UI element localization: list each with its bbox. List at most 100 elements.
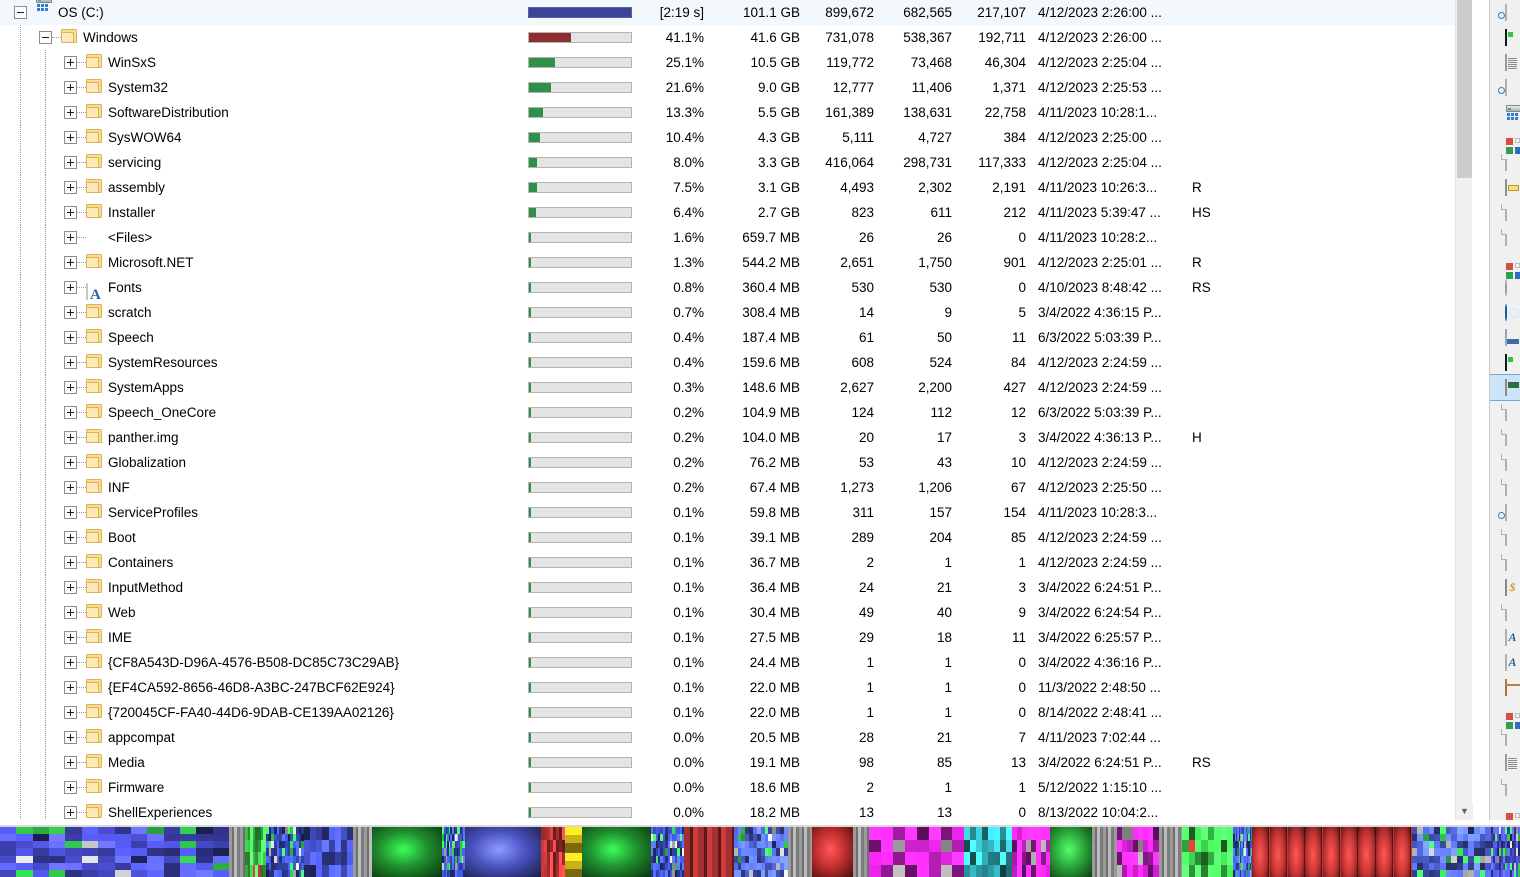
- directory-tree-list[interactable]: OS (C:) [2:19 s] 101.1 GB 899,672 682,565 217…: [0, 0, 1472, 820]
- tree-row[interactable]: Globalization 0.2% 76.2 MB 53 43 10 4/12/2023 …: [0, 450, 1472, 475]
- rail-item-document-icon[interactable]: [1490, 475, 1520, 500]
- rail-item-disc-magnifier-icon[interactable]: [1490, 75, 1520, 100]
- tree-row-name-cell[interactable]: System32: [0, 75, 520, 100]
- rail-item-document-icon[interactable]: [1490, 525, 1520, 550]
- tree-expander-plus[interactable]: [64, 281, 77, 294]
- tree-row-name-cell[interactable]: SystemApps: [0, 375, 520, 400]
- treemap-block[interactable]: [1252, 827, 1412, 877]
- tree-expander-plus[interactable]: [64, 406, 77, 419]
- tree-row[interactable]: assembly 7.5% 3.1 GB 4,493 2,302 2,191 4/11/20…: [0, 175, 1472, 200]
- tree-expander-plus[interactable]: [64, 131, 77, 144]
- treemap-block[interactable]: [1050, 827, 1092, 877]
- rail-item-document-icon[interactable]: [1490, 200, 1520, 225]
- tree-row-name-cell[interactable]: appcompat: [0, 725, 520, 750]
- tree-expander-plus[interactable]: [64, 306, 77, 319]
- treemap-block[interactable]: [1233, 827, 1253, 877]
- rail-item-panel-icon[interactable]: [1490, 50, 1520, 75]
- tree-row-name-cell[interactable]: Speech: [0, 325, 520, 350]
- tree-row[interactable]: Web 0.1% 30.4 MB 49 40 9 3/4/2022 6:24:54 P...: [0, 600, 1472, 625]
- tree-row[interactable]: SysWOW64 10.4% 4.3 GB 5,111 4,727 384 4/12/202…: [0, 125, 1472, 150]
- treemap-block[interactable]: [245, 827, 266, 877]
- tree-row-name-cell[interactable]: WinSxS: [0, 50, 520, 75]
- tree-row[interactable]: SystemApps 0.3% 148.6 MB 2,627 2,200 427 4/12/…: [0, 375, 1472, 400]
- tree-row-name-cell[interactable]: A Fonts: [0, 275, 520, 300]
- tree-expander-plus[interactable]: [64, 681, 77, 694]
- tree-row-name-cell[interactable]: Boot: [0, 525, 520, 550]
- tree-expander-plus[interactable]: [64, 81, 77, 94]
- treemap-block[interactable]: [1411, 827, 1492, 877]
- rail-item-office-tiles-icon[interactable]: [1490, 250, 1520, 279]
- rail-item-document-icon[interactable]: [1490, 425, 1520, 450]
- tree-row[interactable]: Speech_OneCore 0.2% 104.9 MB 124 112 12 6/3/20…: [0, 400, 1472, 425]
- rail-item-document-icon[interactable]: [1490, 775, 1520, 800]
- tree-row-name-cell[interactable]: Microsoft.NET: [0, 250, 520, 275]
- tree-expander-plus[interactable]: [64, 356, 77, 369]
- tree-row-name-cell[interactable]: Speech_OneCore: [0, 400, 520, 425]
- tree-expander-plus[interactable]: [64, 506, 77, 519]
- tree-row[interactable]: <Files> 1.6% 659.7 MB 26 26 0 4/11/2023 10:28:…: [0, 225, 1472, 250]
- tree-expander-plus[interactable]: [64, 431, 77, 444]
- tree-row[interactable]: {720045CF-FA40-44D6-9DAB-CE139AA02126} 0.…: [0, 700, 1472, 725]
- tree-row[interactable]: Microsoft.NET 1.3% 544.2 MB 2,651 1,750 901 4/…: [0, 250, 1472, 275]
- tree-row-name-cell[interactable]: Installer: [0, 200, 520, 225]
- treemap-block[interactable]: [1182, 827, 1234, 877]
- tree-row[interactable]: servicing 8.0% 3.3 GB 416,064 298,731 117,333…: [0, 150, 1472, 175]
- tree-expander-plus[interactable]: [64, 806, 77, 819]
- rail-item-disc-icon[interactable]: [1490, 275, 1520, 300]
- rail-item-box-icon[interactable]: [1490, 675, 1520, 700]
- rail-item-document-icon[interactable]: [1490, 450, 1520, 475]
- scrollbar-thumb[interactable]: [1457, 0, 1472, 178]
- tree-row-name-cell[interactable]: OS (C:): [0, 0, 520, 25]
- tree-row[interactable]: Media 0.0% 19.1 MB 98 85 13 3/4/2022 6:24:51 P…: [0, 750, 1472, 775]
- tree-expander-plus[interactable]: [64, 456, 77, 469]
- treemap-block[interactable]: [303, 827, 354, 877]
- rail-item-globe-icon[interactable]: [1490, 300, 1520, 325]
- tree-expander-plus[interactable]: [64, 256, 77, 269]
- tree-row[interactable]: System32 21.6% 9.0 GB 12,777 11,406 1,371 4/12…: [0, 75, 1472, 100]
- rail-item-media-player-icon[interactable]: [1490, 25, 1520, 50]
- rail-item-document-icon[interactable]: [1490, 725, 1520, 750]
- treemap-block[interactable]: [464, 827, 542, 877]
- tree-row[interactable]: Boot 0.1% 39.1 MB 289 204 85 4/12/2023 2:24:59…: [0, 525, 1472, 550]
- treemap-block[interactable]: [0, 827, 230, 877]
- tree-row[interactable]: {CF8A543D-D96A-4576-B508-DC85C73C29AB} 0.…: [0, 650, 1472, 675]
- tree-row-name-cell[interactable]: INF: [0, 475, 520, 500]
- tree-row-name-cell[interactable]: SystemResources: [0, 350, 520, 375]
- tree-row[interactable]: WinSxS 25.1% 10.5 GB 119,772 73,468 46,304 4/1…: [0, 50, 1472, 75]
- treemap-block[interactable]: [964, 827, 1013, 877]
- treemap-block[interactable]: [1091, 827, 1118, 877]
- treemap-block[interactable]: [787, 827, 812, 877]
- treemap-block[interactable]: [1012, 827, 1051, 877]
- rail-item-document-icon[interactable]: [1490, 550, 1520, 575]
- tree-row[interactable]: IME 0.1% 27.5 MB 29 18 11 3/4/2022 6:25:57 P..…: [0, 625, 1472, 650]
- tree-row-name-cell[interactable]: {720045CF-FA40-44D6-9DAB-CE139AA02126}: [0, 700, 520, 725]
- tree-row[interactable]: INF 0.2% 67.4 MB 1,273 1,206 67 4/12/2023 2:25…: [0, 475, 1472, 500]
- tree-row[interactable]: appcompat 0.0% 20.5 MB 28 21 7 4/11/2023 7:02:…: [0, 725, 1472, 750]
- treemap-block[interactable]: [650, 827, 685, 877]
- tree-expander-minus[interactable]: [14, 6, 27, 19]
- rail-item-acrobat-icon[interactable]: A: [1490, 625, 1520, 650]
- tree-expander-plus[interactable]: [64, 731, 77, 744]
- treemap-block[interactable]: [582, 827, 651, 877]
- tree-row-name-cell[interactable]: servicing: [0, 150, 520, 175]
- tree-expander-plus[interactable]: [64, 156, 77, 169]
- tree-row-name-cell[interactable]: IME: [0, 625, 520, 650]
- tree-row[interactable]: Installer 6.4% 2.7 GB 823 611 212 4/11/2023 5:…: [0, 200, 1472, 225]
- tree-row[interactable]: {EF4CA592-8656-46D8-A3BC-247BCF62E924} 0.…: [0, 675, 1472, 700]
- treemap-block[interactable]: [868, 827, 965, 877]
- rail-item-document-icon[interactable]: [1490, 400, 1520, 425]
- rail-item-document-icon[interactable]: [1490, 600, 1520, 625]
- tree-row-name-cell[interactable]: panther.img: [0, 425, 520, 450]
- tree-expander-plus[interactable]: [64, 756, 77, 769]
- rail-item-document-lines-icon[interactable]: [1490, 750, 1520, 775]
- rail-item-disc-magnifier-icon[interactable]: [1490, 0, 1520, 25]
- tree-row[interactable]: Containers 0.1% 36.7 MB 2 1 1 4/12/2023 2:24:5…: [0, 550, 1472, 575]
- extension-list-rail[interactable]: $ A A: [1489, 0, 1520, 820]
- treemap-block[interactable]: [229, 827, 246, 877]
- tree-row-name-cell[interactable]: Firmware: [0, 775, 520, 800]
- treemap-block[interactable]: [1491, 827, 1520, 877]
- treemap-panel[interactable]: [0, 825, 1520, 877]
- treemap-block[interactable]: [1117, 827, 1159, 877]
- tree-expander-minus[interactable]: [39, 31, 52, 44]
- tree-row[interactable]: Windows 41.1% 41.6 GB 731,078 538,367 192,711…: [0, 25, 1472, 50]
